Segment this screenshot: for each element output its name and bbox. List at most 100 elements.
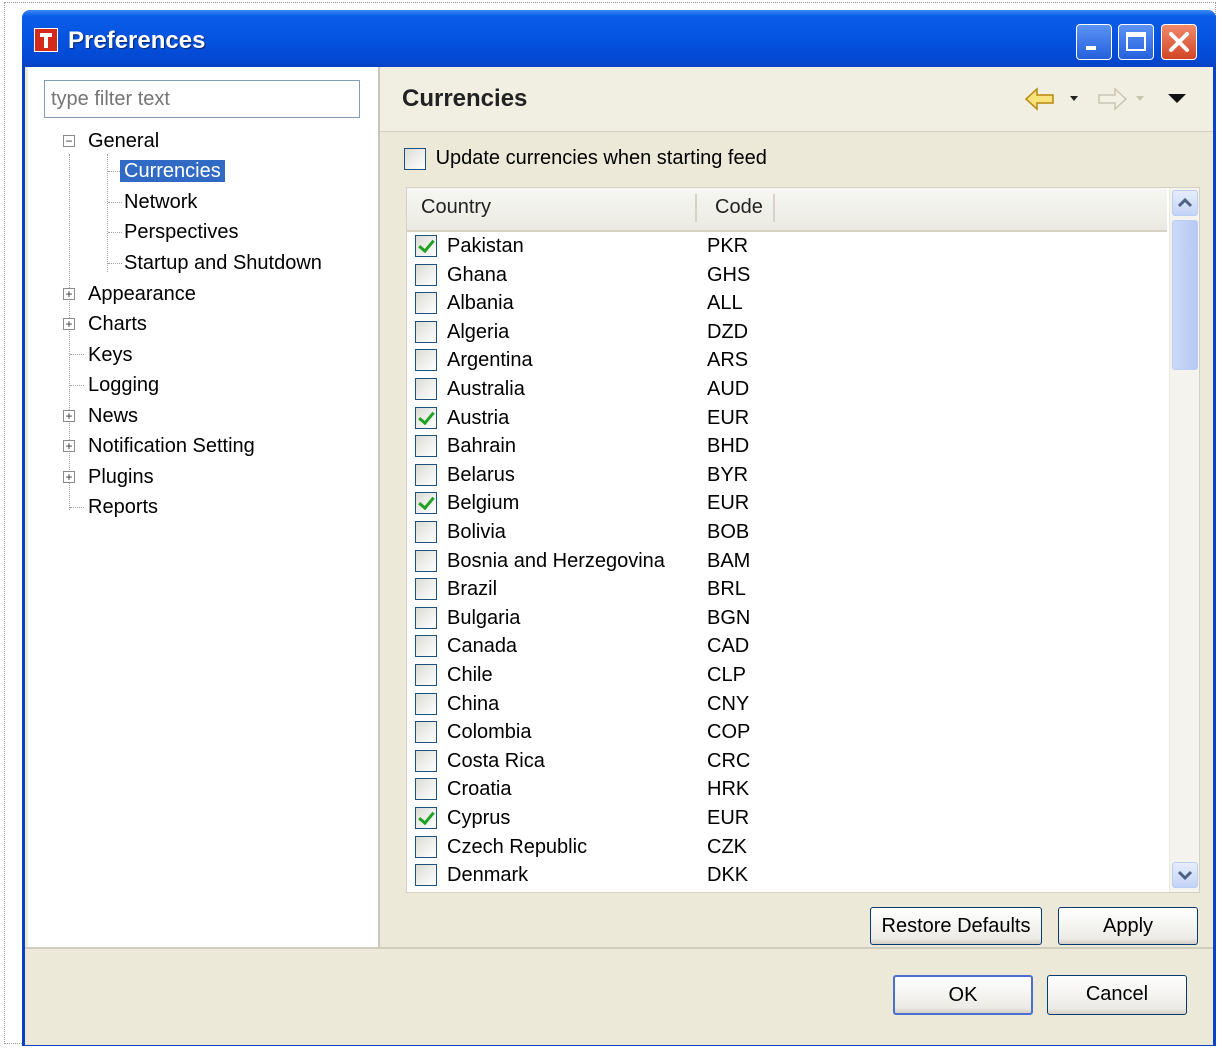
table-row[interactable]: Belarus BYR bbox=[407, 461, 1167, 489]
tree-item-plugins[interactable]: Plugins bbox=[88, 463, 154, 491]
column-separator[interactable] bbox=[695, 194, 697, 222]
apply-button[interactable]: Apply bbox=[1058, 907, 1198, 945]
row-checkbox[interactable] bbox=[415, 749, 437, 772]
table-row[interactable]: Bulgaria BGN bbox=[407, 604, 1167, 632]
row-checkbox[interactable] bbox=[415, 864, 437, 887]
minimize-button[interactable] bbox=[1076, 24, 1112, 60]
tree-item-logging[interactable]: Logging bbox=[88, 371, 159, 399]
row-checkbox[interactable] bbox=[415, 263, 437, 286]
tree-item-reports[interactable]: Reports bbox=[88, 493, 158, 521]
vertical-scrollbar[interactable] bbox=[1169, 188, 1199, 892]
tree-item-news[interactable]: News bbox=[88, 402, 138, 430]
row-checkbox[interactable] bbox=[415, 235, 437, 257]
expand-toggle[interactable]: + bbox=[63, 410, 75, 422]
title-bar[interactable]: Preferences bbox=[22, 10, 1216, 70]
expand-toggle[interactable]: + bbox=[63, 440, 75, 452]
table-row[interactable]: Algeria DZD bbox=[407, 318, 1167, 346]
expand-toggle[interactable]: + bbox=[63, 288, 75, 300]
table-row[interactable]: Cyprus EUR bbox=[407, 804, 1167, 832]
row-checkbox[interactable] bbox=[415, 578, 437, 601]
row-checkbox[interactable] bbox=[415, 807, 437, 829]
table-row[interactable]: Pakistan PKR bbox=[407, 232, 1167, 260]
update-currencies-option[interactable]: Update currencies when starting feed bbox=[404, 147, 767, 175]
restore-defaults-button[interactable]: Restore Defaults bbox=[870, 907, 1042, 945]
collapse-toggle[interactable]: − bbox=[63, 135, 75, 147]
code-cell: ALL bbox=[707, 292, 743, 315]
table-row[interactable]: Costa Rica CRC bbox=[407, 747, 1167, 775]
row-checkbox[interactable] bbox=[415, 521, 437, 543]
tree-item-appearance[interactable]: Appearance bbox=[88, 280, 196, 308]
row-checkbox[interactable] bbox=[415, 664, 437, 686]
row-checkbox[interactable] bbox=[415, 778, 437, 801]
column-separator[interactable] bbox=[773, 194, 775, 222]
tree-item-keys[interactable]: Keys bbox=[88, 341, 132, 369]
row-checkbox[interactable] bbox=[415, 492, 437, 515]
preference-tree: − General Currencies Network Perspective… bbox=[28, 127, 378, 527]
table-row[interactable]: Czech Republic CZK bbox=[407, 833, 1167, 861]
table-row[interactable]: China CNY bbox=[407, 690, 1167, 718]
table-row[interactable]: Croatia HRK bbox=[407, 775, 1167, 803]
code-cell: EUR bbox=[707, 406, 750, 429]
dialog-content: − General Currencies Network Perspective… bbox=[25, 67, 1213, 949]
forward-dropdown-icon[interactable] bbox=[1134, 89, 1146, 107]
maximize-button[interactable] bbox=[1118, 24, 1154, 60]
table-row[interactable]: Brazil BRL bbox=[407, 575, 1167, 603]
code-cell: EUR bbox=[707, 492, 750, 515]
preference-page: Currencies Update currencies when starti… bbox=[380, 67, 1213, 949]
scroll-up-button[interactable] bbox=[1172, 190, 1198, 216]
row-checkbox[interactable] bbox=[415, 835, 437, 858]
cancel-button[interactable]: Cancel bbox=[1047, 975, 1187, 1015]
row-checkbox[interactable] bbox=[415, 406, 437, 429]
row-checkbox[interactable] bbox=[415, 292, 437, 315]
tree-item-charts[interactable]: Charts bbox=[88, 310, 147, 338]
expand-toggle[interactable]: + bbox=[63, 471, 75, 483]
code-cell: BOB bbox=[707, 521, 750, 543]
back-arrow-icon[interactable] bbox=[1024, 87, 1056, 111]
table-row[interactable]: Bosnia and Herzegovina BAM bbox=[407, 547, 1167, 575]
tree-item-currencies[interactable]: Currencies bbox=[120, 157, 225, 185]
tree-item-network[interactable]: Network bbox=[124, 188, 197, 216]
back-dropdown-icon[interactable] bbox=[1068, 89, 1080, 107]
row-checkbox[interactable] bbox=[415, 692, 437, 715]
tree-item-notification-setting[interactable]: Notification Setting bbox=[88, 432, 255, 460]
table-row[interactable]: Chile CLP bbox=[407, 661, 1167, 689]
column-header-country[interactable]: Country bbox=[421, 196, 491, 219]
table-row[interactable]: Albania ALL bbox=[407, 289, 1167, 317]
table-row[interactable]: Argentina ARS bbox=[407, 346, 1167, 374]
country-cell: Algeria bbox=[447, 320, 510, 343]
expand-toggle[interactable]: + bbox=[63, 318, 75, 330]
table-row[interactable]: Bahrain BHD bbox=[407, 432, 1167, 460]
row-checkbox[interactable] bbox=[415, 320, 437, 343]
row-checkbox[interactable] bbox=[415, 606, 437, 629]
table-row[interactable]: Australia AUD bbox=[407, 375, 1167, 403]
tree-item-startup-shutdown[interactable]: Startup and Shutdown bbox=[124, 249, 322, 277]
forward-arrow-icon[interactable] bbox=[1096, 87, 1128, 111]
table-row[interactable]: Belgium EUR bbox=[407, 489, 1167, 517]
scroll-thumb[interactable] bbox=[1172, 220, 1198, 370]
tree-connector bbox=[108, 263, 122, 264]
table-row[interactable]: Bolivia BOB bbox=[407, 518, 1167, 546]
view-menu-icon[interactable] bbox=[1166, 89, 1188, 107]
column-header-code[interactable]: Code bbox=[715, 196, 763, 219]
table-row[interactable]: Austria EUR bbox=[407, 404, 1167, 432]
row-checkbox[interactable] bbox=[415, 349, 437, 372]
row-checkbox[interactable] bbox=[415, 635, 437, 658]
row-checkbox[interactable] bbox=[415, 463, 437, 486]
scroll-down-button[interactable] bbox=[1172, 862, 1198, 888]
row-checkbox[interactable] bbox=[415, 378, 437, 400]
table-row[interactable]: Denmark DKK bbox=[407, 861, 1167, 889]
tree-item-general[interactable]: General bbox=[88, 127, 159, 155]
table-row[interactable]: Colombia COP bbox=[407, 718, 1167, 746]
row-checkbox[interactable] bbox=[415, 721, 437, 744]
table-row[interactable]: Canada CAD bbox=[407, 632, 1167, 660]
code-cell: CLP bbox=[707, 664, 746, 686]
tree-item-perspectives[interactable]: Perspectives bbox=[124, 218, 239, 246]
ok-button[interactable]: OK bbox=[893, 975, 1033, 1015]
close-button[interactable] bbox=[1161, 24, 1197, 60]
update-currencies-checkbox[interactable] bbox=[404, 147, 426, 170]
row-checkbox[interactable] bbox=[415, 549, 437, 572]
filter-input[interactable] bbox=[44, 80, 360, 118]
code-cell: CNY bbox=[707, 692, 750, 715]
table-row[interactable]: Ghana GHS bbox=[407, 261, 1167, 289]
row-checkbox[interactable] bbox=[415, 435, 437, 458]
